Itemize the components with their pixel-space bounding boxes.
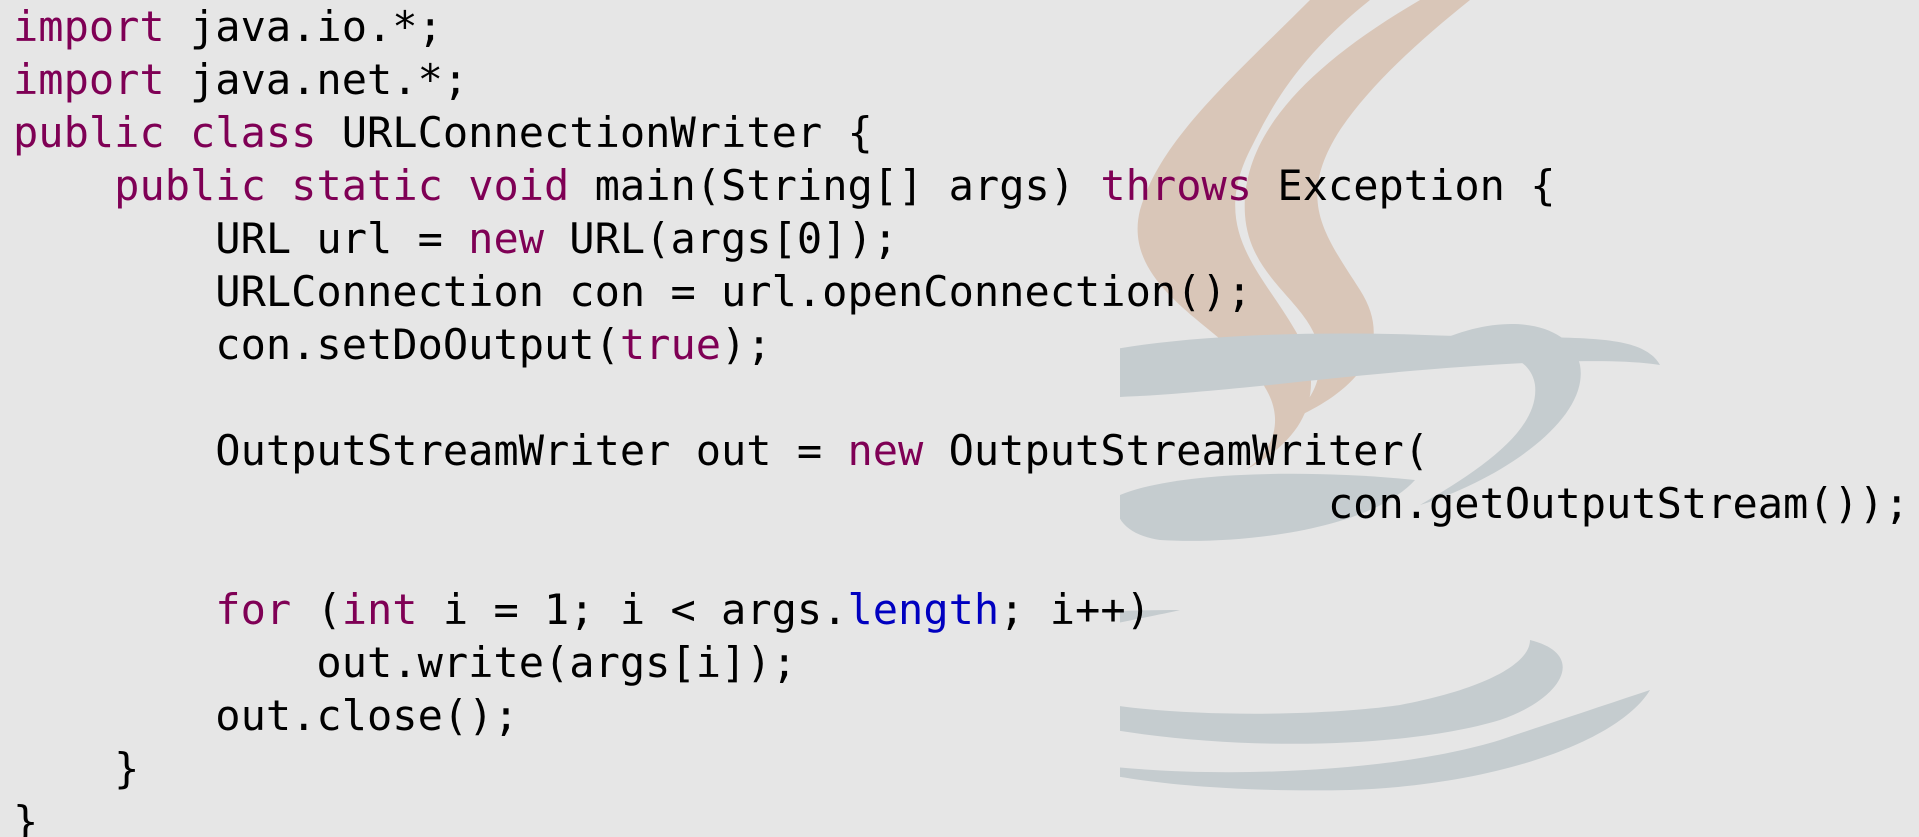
code-slide: import java.io.*; import java.net.*; publi… — [0, 0, 1919, 837]
code-line: public class URLConnectionWriter { — [13, 106, 1909, 159]
code-keyword: public — [114, 161, 266, 210]
code-line: import java.io.*; — [13, 0, 1909, 53]
code-text: } — [13, 744, 140, 793]
code-text: } — [13, 797, 39, 837]
code-keyword: void — [468, 161, 570, 210]
code-line: for (int i = 1; i < args.length; i++) — [13, 583, 1909, 636]
code-keyword: for — [215, 585, 292, 634]
code-line: con.setDoOutput(true); — [13, 318, 1909, 371]
code-keyword: new — [847, 426, 924, 475]
code-keyword: class — [190, 108, 317, 157]
code-text: ( — [291, 585, 342, 634]
code-keyword: import — [13, 55, 165, 104]
code-line: } — [13, 795, 1909, 837]
code-keyword: import — [13, 2, 165, 51]
code-keyword: static — [291, 161, 443, 210]
code-block: import java.io.*; import java.net.*; publi… — [13, 0, 1909, 837]
code-text: OutputStreamWriter( — [923, 426, 1430, 475]
code-text: con.getOutputStream()); — [13, 479, 1910, 528]
code-text: ); — [721, 320, 772, 369]
code-text: con.setDoOutput( — [13, 320, 620, 369]
code-text: URLConnectionWriter { — [316, 108, 873, 157]
code-text: out.close(); — [13, 691, 519, 740]
code-line: URLConnection con = url.openConnection()… — [13, 265, 1909, 318]
code-text: java.io.*; — [164, 2, 443, 51]
code-keyword: public — [13, 108, 165, 157]
code-line: out.write(args[i]); — [13, 636, 1909, 689]
code-text: URLConnection con = url.openConnection()… — [13, 267, 1253, 316]
code-keyword: new — [468, 214, 545, 263]
code-line: OutputStreamWriter out = new OutputStrea… — [13, 424, 1909, 477]
code-keyword: throws — [1100, 161, 1253, 210]
code-text: java.net.*; — [164, 55, 469, 104]
code-keyword: true — [619, 320, 722, 369]
code-line: public static void main(String[] args) t… — [13, 159, 1909, 212]
code-text: URL(args[0]); — [544, 214, 899, 263]
code-line: out.close(); — [13, 689, 1909, 742]
code-keyword: int — [341, 585, 418, 634]
code-text: ; i++) — [999, 585, 1151, 634]
code-text: out.write(args[i]); — [13, 638, 797, 687]
code-line: con.getOutputStream()); — [13, 477, 1910, 530]
code-text: Exception { — [1252, 161, 1556, 210]
code-line: } — [13, 742, 1909, 795]
code-text: URL url = — [13, 214, 469, 263]
code-text: i = 1; i < args. — [417, 585, 848, 634]
code-line: URL url = new URL(args[0]); — [13, 212, 1909, 265]
code-line: import java.net.*; — [13, 53, 1909, 106]
code-text: OutputStreamWriter out = — [13, 426, 848, 475]
code-text: main(String[] args) — [569, 161, 1101, 210]
code-field: length — [847, 585, 1000, 634]
